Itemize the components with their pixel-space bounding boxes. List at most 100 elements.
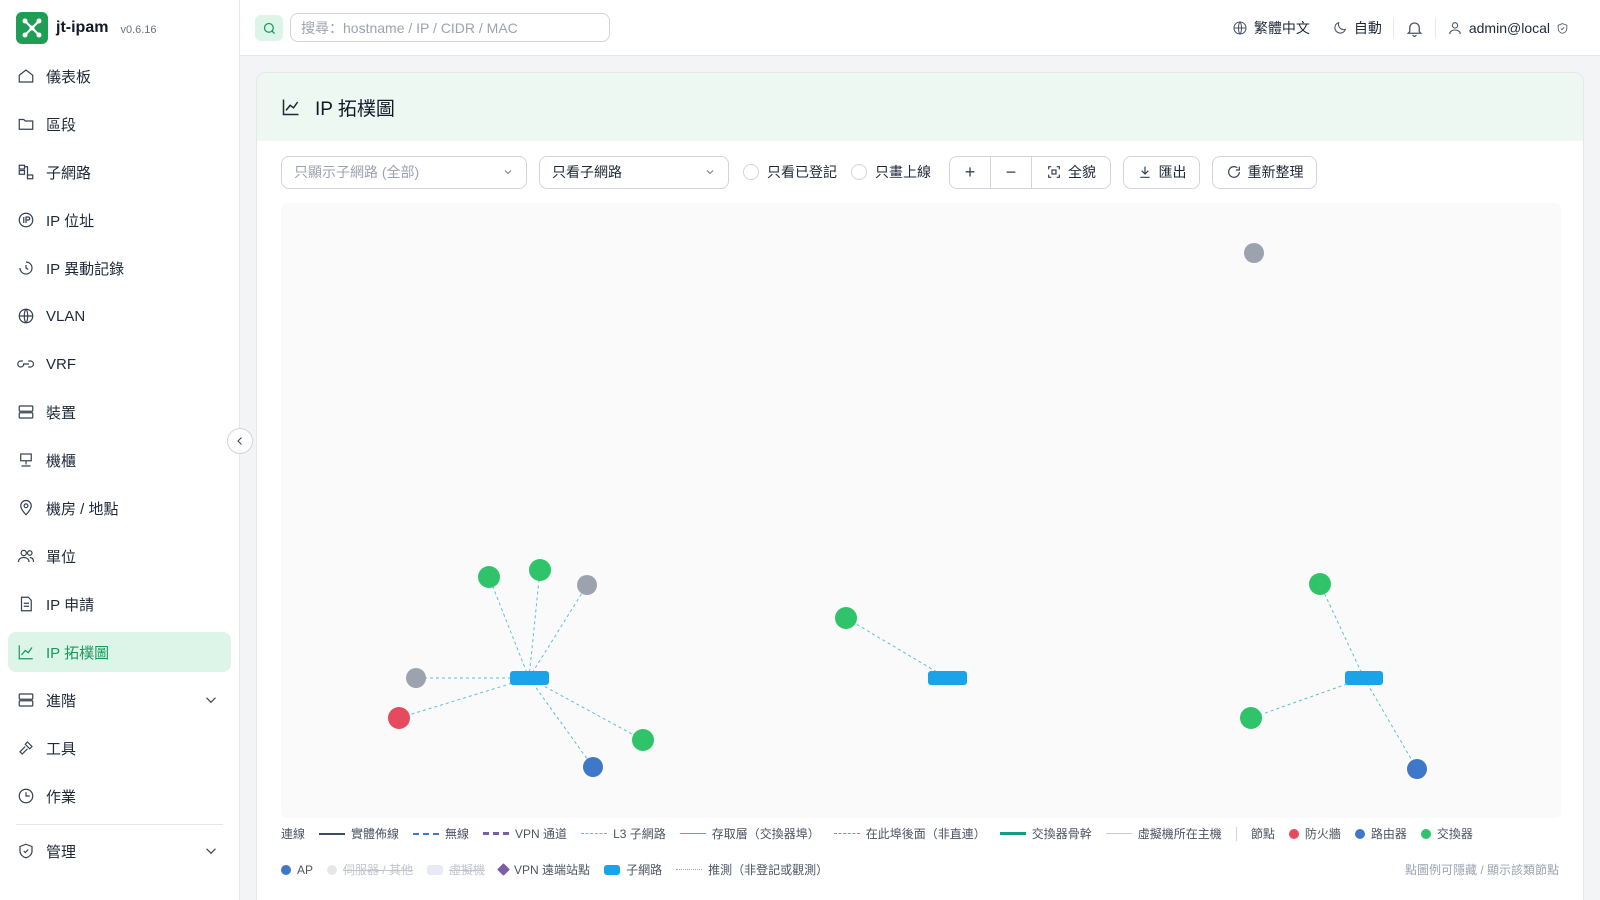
sidebar-item-vrf[interactable]: VRF [8,344,231,384]
sidebar-item-tools[interactable]: 工具 [8,728,231,768]
legend-label: 子網路 [626,863,663,877]
switch-node[interactable] [1309,573,1331,595]
app-version: v0.6.16 [120,23,157,36]
legend-label: 伺服器 / 其他 [343,863,414,877]
legend-nodes-title: 節點 [1250,827,1275,841]
export-button[interactable]: 匯出 [1123,155,1200,189]
sidebar-item-units[interactable]: 單位 [8,536,231,576]
subnet-node[interactable] [1345,671,1383,685]
refresh-button[interactable]: 重新整理 [1212,155,1317,189]
chart-icon [16,642,36,662]
line-swatch [999,832,1026,835]
switch-node[interactable] [529,559,551,581]
sidebar-item-ip-history[interactable]: IP 異動記錄 [8,248,231,288]
globe-icon [1233,21,1247,35]
chevron-down-icon [504,170,512,175]
bell-icon [1406,21,1423,37]
language-switcher[interactable]: 繁體中文 [1221,18,1321,38]
sidebar-item-jobs[interactable]: 作業 [8,776,231,816]
legend-label: 推測（非登記或觀測） [708,863,829,877]
sidebar-item-label: 工具 [46,740,77,758]
switch-node[interactable] [478,566,500,588]
dot-swatch [427,864,444,875]
legend-label: 實體佈線 [351,827,400,841]
only-online-label: 只畫上線 [875,164,931,180]
topology-graph[interactable] [281,203,1561,818]
firewall-node[interactable] [388,707,410,729]
brand[interactable]: jt-ipam v0.6.16 [0,0,239,56]
view-mode-select[interactable]: 只看子網路 [539,155,729,189]
subnet-filter-select[interactable]: 只顯示子網路 (全部) [281,155,527,189]
users-icon [16,546,36,566]
sidebar-item-advanced[interactable]: 進階 [8,680,231,720]
zoom-in-button[interactable]: + [950,156,991,188]
fit-view-button[interactable]: 全貌 [1032,157,1110,188]
sidebar-item-dashboard[interactable]: 儀表板 [8,56,231,96]
hammer-icon [16,738,36,758]
notifications-button[interactable] [1394,19,1435,38]
legend-wireless[interactable]: 無線 [413,825,469,842]
legend-label: VPN 遠端站點 [514,863,591,877]
sidebar-item-ip-addresses[interactable]: IP 位址 [8,200,231,240]
theme-switcher[interactable]: 自動 [1321,18,1393,38]
legend-firewall[interactable]: 防火牆 [1288,825,1341,842]
server-node[interactable] [577,575,597,595]
legend-server-other[interactable]: 伺服器 / 其他 [327,861,413,878]
line-swatch [676,869,703,870]
sidebar-item-devices[interactable]: 裝置 [8,392,231,432]
switch-node[interactable] [632,729,654,751]
view-mode-value: 只看子網路 [552,164,622,180]
sidebar-item-admin[interactable]: 管理 [8,831,231,871]
legend-vm-host[interactable]: 虛擬機所在主機 [1105,825,1222,842]
sidebar-item-label: 機房 / 地點 [46,500,119,518]
zoom-out-button[interactable]: − [991,156,1032,188]
search-input[interactable] [290,13,610,42]
legend-nodes: AP 伺服器 / 其他 虛擬機 VPN 遠端站點 子網路 推測（非登記或觀測） … [281,861,1559,878]
subnet-node[interactable] [928,671,967,685]
legend-ap[interactable]: AP [281,863,313,877]
sidebar-item-subnets[interactable]: 子網路 [8,152,231,192]
line-swatch [833,833,860,834]
switch-node[interactable] [835,607,857,629]
sidebar-divider [16,824,223,825]
server-node[interactable] [1244,243,1264,263]
sidebar-item-vlan[interactable]: VLAN [8,296,231,336]
legend-physical-cable[interactable]: 實體佈線 [319,825,399,842]
sidebar-item-ip-requests[interactable]: IP 申請 [8,584,231,624]
legend-switch-backbone[interactable]: 交換器骨幹 [999,825,1092,842]
legend-switch[interactable]: 交換器 [1420,825,1473,842]
sidebar-item-locations[interactable]: 機房 / 地點 [8,488,231,528]
router-node[interactable] [583,757,603,777]
theme-label: 自動 [1353,20,1382,36]
only-registered-toggle[interactable]: 只看已登記 [743,162,837,182]
search-icon [263,22,275,34]
sidebar-collapse-button[interactable] [227,428,253,454]
only-online-toggle[interactable]: 只畫上線 [851,162,931,182]
legend-router[interactable]: 路由器 [1354,825,1407,842]
line-swatch [581,833,608,834]
legend-vm[interactable]: 虛擬機 [427,861,485,878]
sidebar-item-ip-topology[interactable]: IP 拓樸圖 [8,632,231,672]
switch-node[interactable] [1240,707,1262,729]
legend-l3-subnet[interactable]: L3 子網路 [581,825,666,842]
sidebar-item-sections[interactable]: 區段 [8,104,231,144]
sidebar: jt-ipam v0.6.16 儀表板 區段 子網路 IP 位址 IP 異動記錄… [0,0,240,900]
rect-swatch [604,864,621,875]
legend-behind-port[interactable]: 在此埠後面（非直連） [833,825,986,842]
legend-vpn-tunnel[interactable]: VPN 通道 [483,825,567,842]
line-swatch [319,832,346,835]
user-menu[interactable]: admin@local [1436,20,1580,36]
sidebar-item-label: 子網路 [46,164,92,182]
router-node[interactable] [1407,759,1427,779]
server-node[interactable] [406,668,426,688]
topology-canvas[interactable] [281,203,1561,818]
logo-icon [16,12,48,44]
legend-access-layer[interactable]: 存取層（交換器埠） [679,825,820,842]
legend-inferred[interactable]: 推測（非登記或觀測） [676,861,828,878]
legend-subnet[interactable]: 子網路 [604,861,662,878]
topbar-actions: 繁體中文 自動 admin@local [1221,0,1580,56]
search-button[interactable] [255,15,283,41]
sidebar-item-racks[interactable]: 機櫃 [8,440,231,480]
subnet-node[interactable] [510,671,549,685]
legend-vpn-site[interactable]: VPN 遠端站點 [497,861,591,878]
